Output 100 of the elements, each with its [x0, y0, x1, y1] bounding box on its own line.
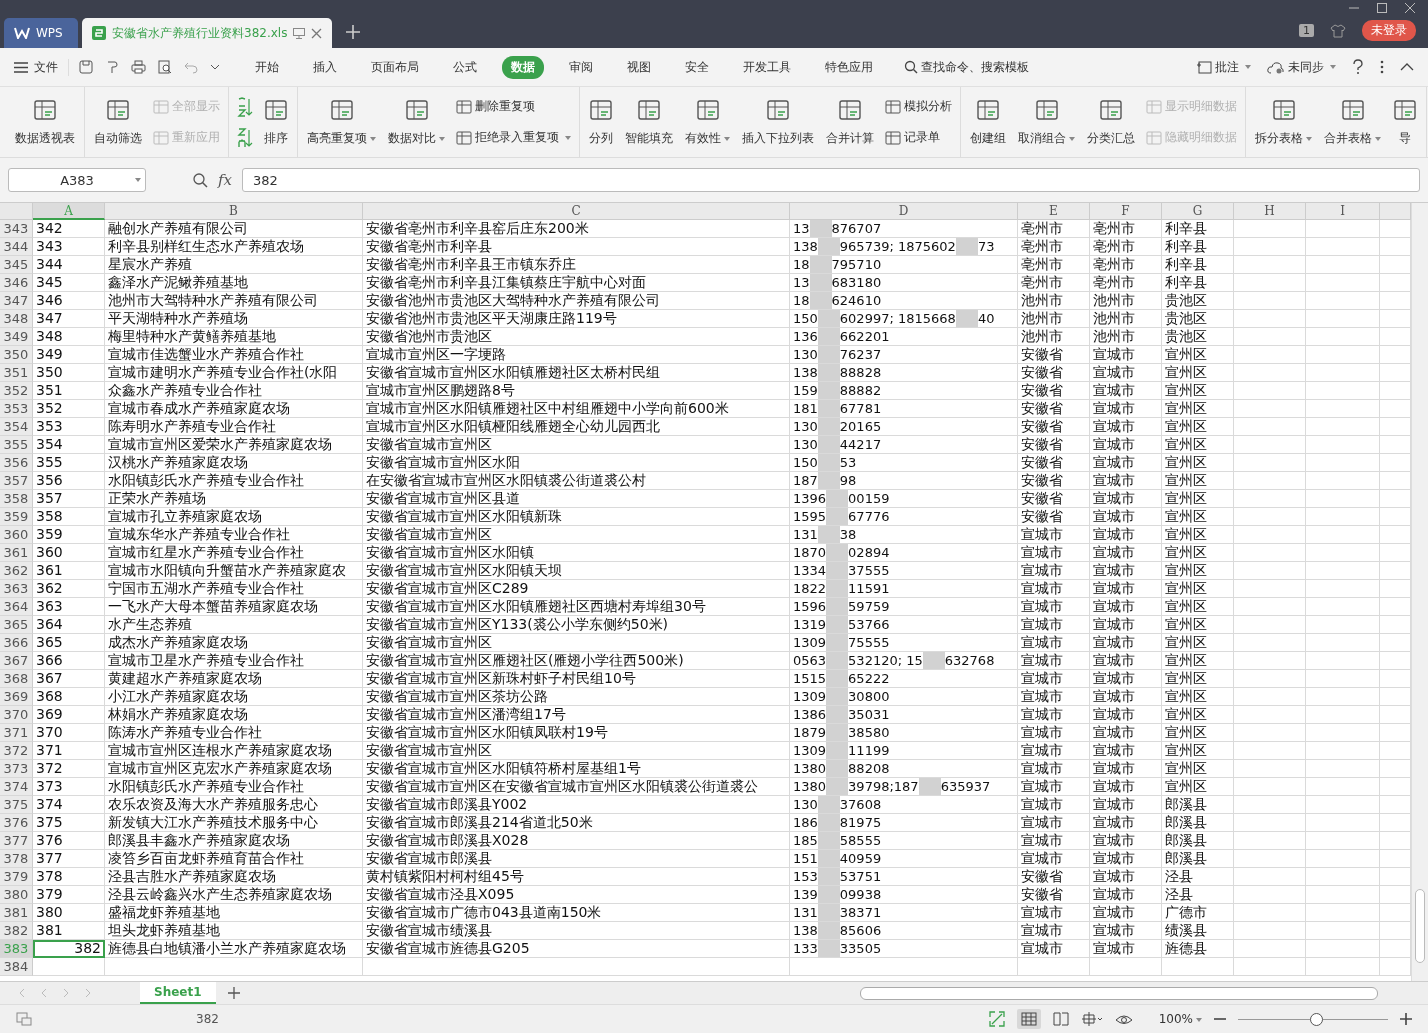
row-header[interactable]: 373 [0, 760, 33, 778]
ribbon-button[interactable]: 合并计算 [821, 91, 879, 153]
row-header[interactable]: 362 [0, 562, 33, 580]
sync-button[interactable]: 未同步 [1267, 58, 1336, 76]
ribbon-button[interactable]: 有效性 [680, 91, 735, 153]
column-header[interactable]: B [105, 203, 363, 220]
column-header[interactable]: D [790, 203, 1018, 220]
page-layout-icon[interactable] [1080, 1011, 1103, 1027]
ribbon-tab[interactable]: 公式 [444, 55, 486, 79]
ribbon-button[interactable]: 拒绝录入重复项 [456, 129, 571, 146]
ribbon-button[interactable]: 创建组 [965, 91, 1011, 153]
row-header[interactable]: 358 [0, 490, 33, 508]
ribbon-button[interactable]: 分类汇总 [1082, 91, 1140, 153]
row-header[interactable]: 379 [0, 868, 33, 886]
row-header[interactable]: 364 [0, 598, 33, 616]
ribbon-tab[interactable]: 数据 [502, 55, 544, 79]
row-header[interactable]: 370 [0, 706, 33, 724]
ribbon-button[interactable]: 拆分表格 [1250, 91, 1317, 153]
row-header[interactable]: 355 [0, 436, 33, 454]
row-header[interactable]: 357 [0, 472, 33, 490]
add-sheet-icon[interactable] [227, 987, 240, 999]
collapse-icon[interactable] [1400, 63, 1414, 71]
zoom-icon[interactable] [192, 172, 208, 188]
vertical-scrollbar[interactable] [1411, 203, 1428, 981]
row-header[interactable]: 352 [0, 382, 33, 400]
row-header[interactable]: 356 [0, 454, 33, 472]
row-header[interactable]: 366 [0, 634, 33, 652]
ribbon-button[interactable]: 排序 [259, 91, 293, 153]
row-header[interactable]: 371 [0, 724, 33, 742]
row-header[interactable]: 374 [0, 778, 33, 796]
row-header[interactable]: 343 [0, 220, 33, 238]
ribbon-button[interactable]: 合并表格 [1319, 91, 1386, 153]
row-header[interactable]: 361 [0, 544, 33, 562]
macro-icon[interactable] [16, 1012, 32, 1026]
row-header[interactable]: 365 [0, 616, 33, 634]
close-icon[interactable] [311, 27, 323, 39]
document-tab[interactable]: WPS [4, 18, 78, 48]
ribbon-tab[interactable]: 页面布局 [362, 55, 428, 79]
monitor-icon[interactable] [293, 27, 306, 39]
zoom-in-icon[interactable] [1400, 1013, 1412, 1025]
row-header[interactable]: 359 [0, 508, 33, 526]
zoom-level-dropdown[interactable]: 100% [1158, 1012, 1202, 1026]
ribbon-button[interactable]: 导 [1388, 91, 1422, 153]
ribbon-tab[interactable]: 视图 [618, 55, 660, 79]
column-header[interactable]: I [1306, 203, 1380, 220]
column-header[interactable]: E [1018, 203, 1090, 220]
normal-view-button[interactable] [1016, 1009, 1041, 1029]
undo-icon[interactable] [184, 60, 198, 74]
ribbon-button[interactable]: 自动筛选 [89, 91, 147, 153]
row-header[interactable]: 369 [0, 688, 33, 706]
function-button[interactable]: fx [218, 171, 232, 189]
row-header[interactable]: 378 [0, 850, 33, 868]
new-tab-plus-icon[interactable] [346, 25, 361, 39]
scroll-thumb[interactable] [1415, 889, 1425, 963]
formula-input[interactable]: 382 [242, 168, 1420, 192]
column-header[interactable]: C [363, 203, 790, 220]
chevron-down-icon[interactable] [210, 63, 220, 71]
ribbon-button[interactable]: 记录单 [885, 129, 952, 146]
command-search[interactable]: 查找命令、搜索模板 [904, 58, 1029, 76]
row-header[interactable]: 363 [0, 580, 33, 598]
login-button[interactable]: 未登录 [1362, 20, 1416, 41]
sort-descending-icon[interactable] [237, 127, 253, 148]
row-header[interactable]: 346 [0, 274, 33, 292]
ribbon-button[interactable]: 数据对比 [383, 91, 450, 153]
count-badge[interactable]: 1 [1299, 24, 1314, 37]
ribbon-tab[interactable]: 插入 [304, 55, 346, 79]
ribbon-tab[interactable]: 开始 [246, 55, 288, 79]
zoom-out-icon[interactable] [1214, 1017, 1226, 1021]
row-header[interactable]: 353 [0, 400, 33, 418]
row-header[interactable]: 360 [0, 526, 33, 544]
save-icon[interactable] [79, 60, 93, 74]
help-icon[interactable] [1352, 59, 1364, 75]
close-icon[interactable] [1404, 2, 1416, 14]
sheet-tab[interactable]: Sheet1 [140, 982, 216, 1004]
print-preview-icon[interactable] [158, 60, 172, 74]
row-header[interactable]: 367 [0, 652, 33, 670]
ribbon-button[interactable]: 取消组合 [1013, 91, 1080, 153]
ribbon-button[interactable]: 删除重复项 [456, 98, 571, 115]
row-header[interactable]: 344 [0, 238, 33, 256]
ribbon-tab[interactable]: 审阅 [560, 55, 602, 79]
row-header[interactable]: 350 [0, 346, 33, 364]
column-header[interactable]: H [1234, 203, 1306, 220]
row-header[interactable]: 351 [0, 364, 33, 382]
name-box[interactable]: A383 [8, 168, 146, 192]
shirt-icon[interactable] [1330, 23, 1346, 38]
row-header[interactable]: 372 [0, 742, 33, 760]
column-header[interactable]: F [1090, 203, 1162, 220]
file-menu-button[interactable]: 文件 [14, 58, 69, 76]
ribbon-tab[interactable]: 安全 [676, 55, 718, 79]
sort-ascending-icon[interactable] [237, 96, 253, 117]
row-header[interactable]: 377 [0, 832, 33, 850]
slider-thumb[interactable] [1310, 1012, 1323, 1026]
row-header[interactable]: 380 [0, 886, 33, 904]
row-header[interactable]: 381 [0, 904, 33, 922]
ribbon-button[interactable]: 模拟分析 [885, 98, 952, 115]
more-icon[interactable] [1380, 60, 1384, 74]
ribbon-button[interactable]: 分列 [584, 91, 618, 153]
row-header[interactable]: 375 [0, 796, 33, 814]
ribbon-tab[interactable]: 特色应用 [816, 55, 882, 79]
row-header[interactable]: 345 [0, 256, 33, 274]
